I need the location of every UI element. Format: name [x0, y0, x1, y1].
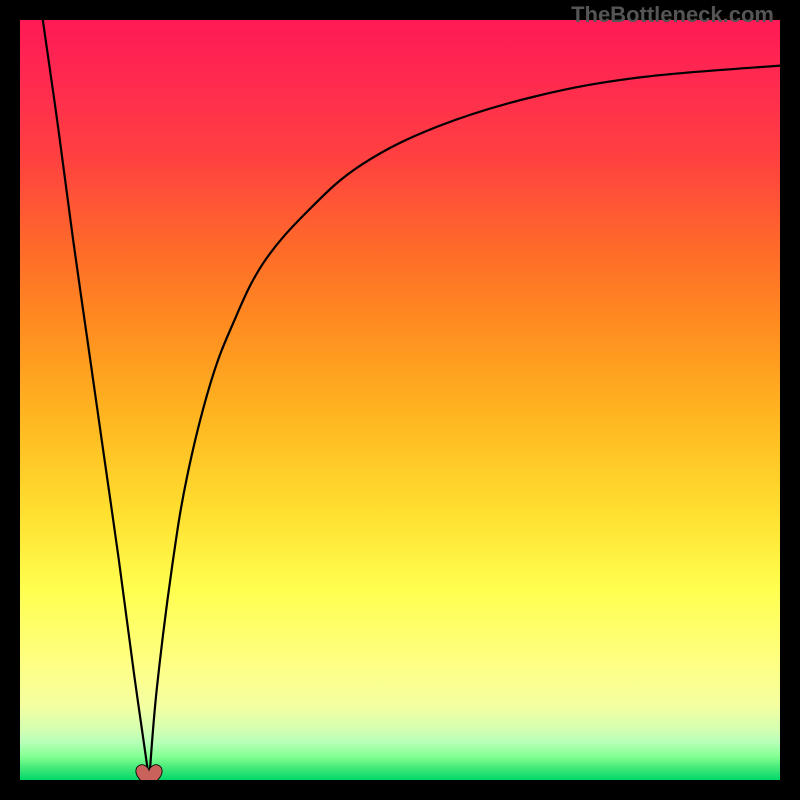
plot-area	[20, 20, 780, 780]
curve-left-branch	[43, 20, 149, 780]
curve-right-branch	[149, 66, 780, 780]
bottleneck-curve	[20, 20, 780, 780]
